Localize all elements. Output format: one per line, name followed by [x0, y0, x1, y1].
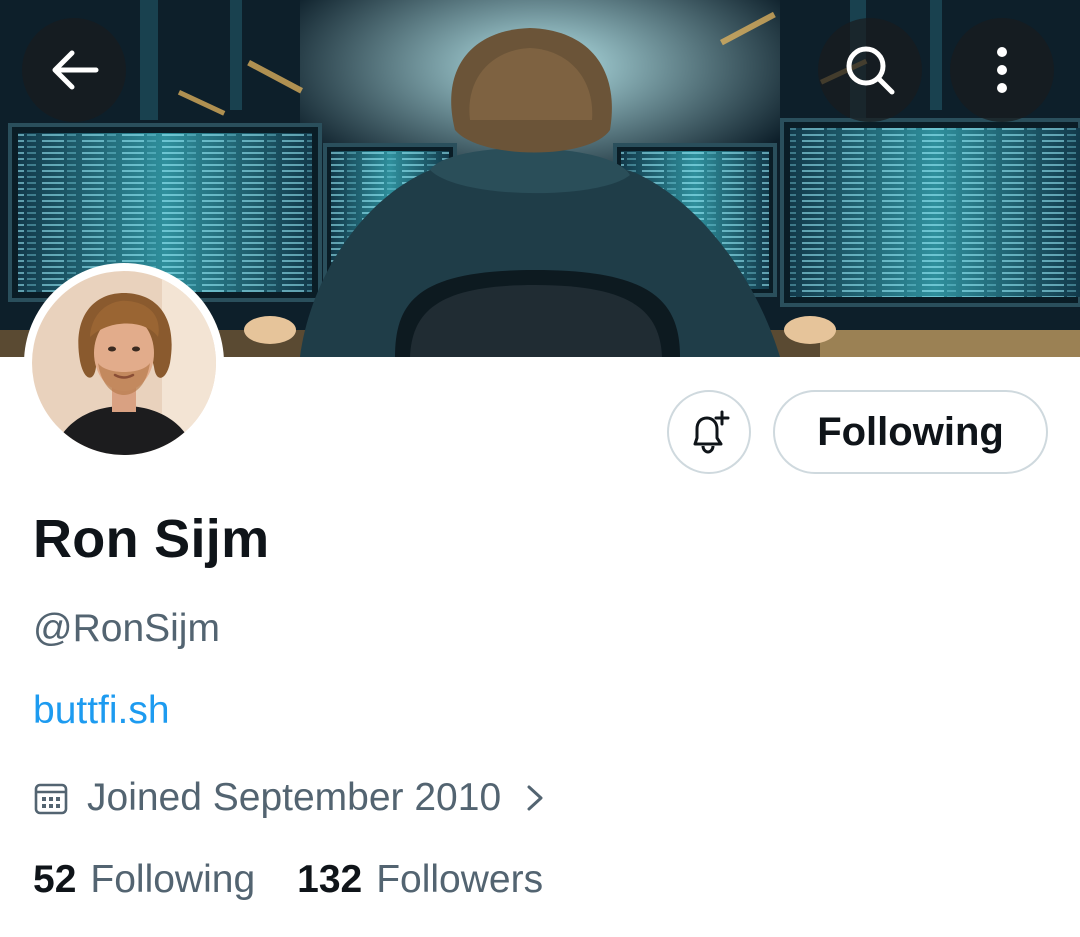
avatar[interactable] — [24, 263, 224, 463]
back-button[interactable] — [22, 18, 126, 122]
search-button[interactable] — [818, 18, 922, 122]
following-label: Following — [90, 858, 256, 901]
more-options-button[interactable] — [950, 18, 1054, 122]
user-handle: @RonSijm — [33, 607, 220, 650]
chevron-right-icon — [525, 783, 545, 813]
notifications-button[interactable] — [667, 390, 751, 474]
more-vertical-icon — [997, 47, 1007, 93]
follow-stats: 52 Following 132 Followers — [33, 858, 543, 902]
search-icon — [846, 46, 895, 95]
followers-count: 132 — [297, 858, 363, 901]
following-button[interactable]: Following — [773, 390, 1048, 474]
bell-plus-icon — [693, 410, 730, 454]
following-count: 52 — [33, 858, 77, 901]
display-name: Ron Sijm — [33, 509, 270, 569]
followers-stat[interactable]: 132 Followers — [297, 858, 543, 902]
avatar-photo — [32, 271, 216, 455]
following-stat[interactable]: 52 Following — [33, 858, 255, 902]
website-link[interactable]: buttfi.sh — [33, 689, 170, 733]
calendar-icon — [34, 783, 68, 815]
joined-date: Joined September 2010 — [87, 776, 502, 819]
followers-label: Followers — [376, 858, 544, 901]
arrow-left-icon — [52, 50, 99, 90]
joined-date-row[interactable]: Joined September 2010 — [33, 773, 545, 823]
